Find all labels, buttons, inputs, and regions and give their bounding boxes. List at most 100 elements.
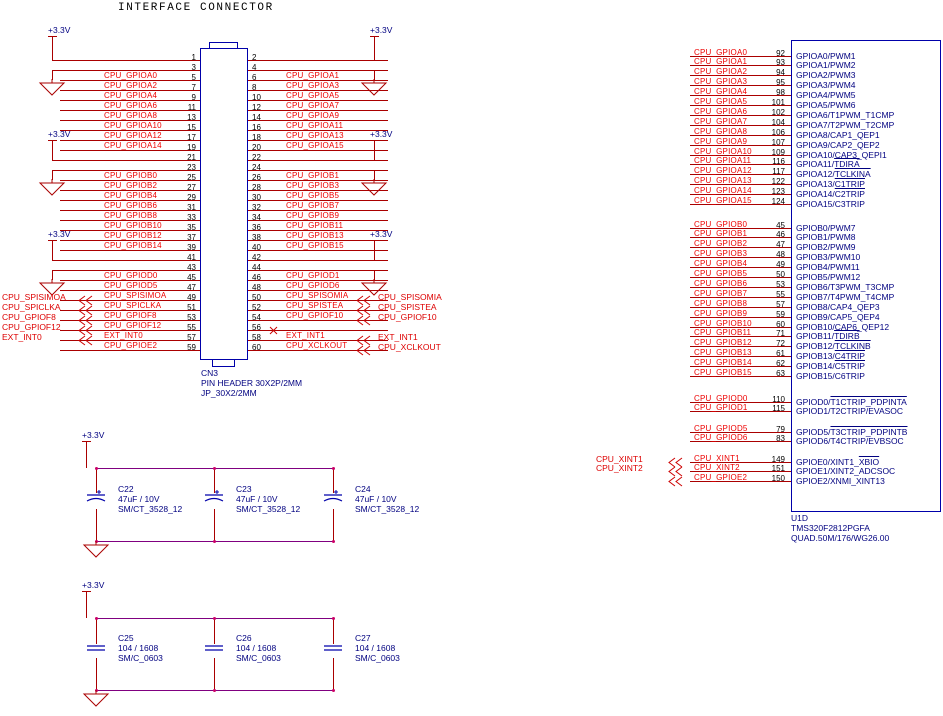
power-stem	[374, 36, 375, 46]
u1d-pin-name: GPIOB4/PWM11	[796, 262, 860, 273]
power-symbol-3v3: +3.3V	[82, 430, 122, 457]
wire-segment	[374, 239, 375, 260]
power-symbol-3v3: +3.3V	[48, 229, 88, 256]
power-symbol-3v3: +3.3V	[48, 129, 88, 156]
u1d-pin-number: 124	[771, 197, 785, 206]
capacitor-footprint: SM/C_0603	[355, 653, 400, 663]
connector-pin-number: 32	[252, 202, 261, 212]
ground-symbol	[360, 78, 388, 97]
connector-pin-number: 33	[187, 212, 196, 222]
connector-pin-number: 35	[187, 222, 196, 232]
u1d-net-label: CPU_GPIOD5	[694, 423, 748, 433]
u1d-net-label: CPU_GPIOB13	[694, 348, 752, 358]
wire-segment	[52, 239, 53, 260]
capacitor-value: 47uF / 10V	[118, 494, 160, 504]
wire-segment	[374, 139, 375, 160]
u1d-pin-name: GPIOA8/CAP1_QEP1	[796, 129, 880, 140]
u1d-pin-name: GPIOB9/CAP5_QEP4	[796, 311, 880, 322]
u1d-net-label: CPU_GPIOB4	[694, 259, 748, 269]
u1d-pin-name: GPIOA7/T2PWM_T2CMP	[796, 119, 895, 130]
u1d-net-label: CPU_GPIOB12	[694, 338, 752, 348]
u1d-net-label: CPU_GPIOB8	[694, 298, 748, 308]
connector-tab-bottom	[212, 359, 235, 367]
u1d-pin-name: GPIOB14/C5TRIP	[796, 361, 865, 372]
connector-pin-number: 30	[252, 192, 261, 202]
connector-body[interactable]	[200, 48, 248, 360]
connector-pin-number: 36	[252, 222, 261, 232]
u1d-pin-name: GPIOA5/PWM6	[796, 100, 856, 110]
u1d-net-label: CPU_GPIOB11	[694, 328, 752, 338]
connector-net-label: CPU_GPIOA8	[104, 110, 158, 120]
net-label-marker	[668, 466, 684, 477]
external-net-label: CPU_SPISTEA	[378, 301, 437, 312]
wire-segment	[52, 139, 53, 160]
connector-net-label: CPU_GPIOB5	[286, 190, 340, 200]
connector-net-label: CPU_SPISIMOA	[104, 290, 167, 300]
u1d-pin-number: 122	[771, 177, 785, 187]
connector-net-label: CPU_GPIOB11	[286, 220, 344, 230]
wire-segment	[333, 658, 334, 690]
u1d-net-label: CPU_GPIOB6	[694, 278, 748, 288]
wire-segment	[374, 46, 375, 60]
connector-net-label: CPU_GPIOB0	[104, 170, 158, 180]
polarized-capacitor-icon	[322, 490, 344, 506]
connector-pin-number: 49	[187, 292, 196, 302]
wire-segment	[52, 69, 61, 71]
u1d-pin-number: 116	[772, 157, 785, 167]
connector-pin-number: 40	[252, 242, 261, 252]
external-net-label: CPU_SPISIMOA	[2, 291, 66, 302]
ground-symbol	[82, 541, 110, 559]
u1d-net-label: CPU_GPIOA10	[694, 146, 752, 156]
u1d-pin-name: GPIOB3/PWM10	[796, 252, 861, 263]
u1d-net-label: CPU_GPIOA2	[694, 67, 748, 77]
external-net-label: CPU_XCLKOUT	[378, 341, 441, 352]
u1d-pin-name: GPIOB7/T4PWM_T4CMP	[796, 291, 895, 302]
ground-symbol	[360, 178, 388, 197]
u1d-package: QUAD.50M/176/WG26.00	[791, 533, 890, 543]
connector-net-label: CPU_GPIOA12	[104, 130, 162, 140]
connector-net-label: EXT_INT0	[104, 330, 143, 340]
connector-pin-number: 45	[187, 272, 196, 282]
wire-junction	[331, 466, 335, 470]
polarized-capacitor-icon	[203, 490, 225, 506]
connector-refdes: CN3	[201, 368, 219, 378]
net-label-marker	[356, 335, 372, 345]
u1d-pin-name: GPIOE1/XINT2_ADCSOC	[796, 466, 896, 477]
u1d-pin-number: 48	[776, 250, 785, 260]
connector-pin-number: 58	[252, 332, 261, 342]
wire-segment	[96, 658, 97, 690]
connector-pin-number: 16	[252, 122, 261, 132]
connector-pin-number: 3	[191, 62, 196, 72]
wire-segment	[374, 69, 388, 71]
connector-pin-number: 1	[191, 52, 196, 62]
u1d-pin-number: 63	[776, 369, 785, 378]
wire-junction	[331, 616, 335, 620]
connector-net-label: CPU_GPIOD0	[104, 270, 158, 280]
wire-segment	[52, 259, 61, 261]
net-label-marker	[78, 295, 94, 305]
u1d-net-label: CPU_GPIOA6	[694, 106, 748, 116]
power-label: +3.3V	[82, 430, 105, 440]
wire-segment	[333, 509, 334, 541]
connector-net-label: CPU_GPIOA1	[286, 70, 340, 80]
u1d-pin-name: GPIOA14/C2TRIP	[796, 189, 865, 200]
u1d-pin-number: 46	[776, 230, 785, 240]
connector-net-label: CPU_GPIOF12	[104, 320, 162, 330]
connector-pin-number: 20	[252, 142, 261, 152]
u1d-pin-name: GPIOD5/T3CTRIP_PDPINTB	[796, 426, 908, 437]
connector-pin-number: 27	[187, 182, 196, 192]
connector-net-label: CPU_GPIOB15	[286, 240, 344, 250]
connector-net-label: CPU_GPIOB12	[104, 230, 162, 240]
external-net-label: CPU_GPIOF10	[378, 311, 437, 322]
wire-segment	[374, 269, 388, 271]
connector-net-label: CPU_GPIOA9	[286, 110, 340, 120]
u1d-pin-number: 101	[771, 98, 785, 107]
connector-pin-number: 43	[187, 262, 196, 272]
connector-net-label: CPU_GPIOA0	[104, 70, 158, 80]
u1d-pin-number: 50	[776, 270, 785, 279]
u1d-pin-number: 72	[776, 339, 785, 349]
wire-segment	[374, 59, 388, 61]
connector-pin-number: 57	[187, 332, 196, 342]
u1d-net-label: CPU_GPIOA4	[694, 87, 748, 97]
u1d-pin-name: GPIOB6/T3PWM_T3CMP	[796, 281, 895, 292]
